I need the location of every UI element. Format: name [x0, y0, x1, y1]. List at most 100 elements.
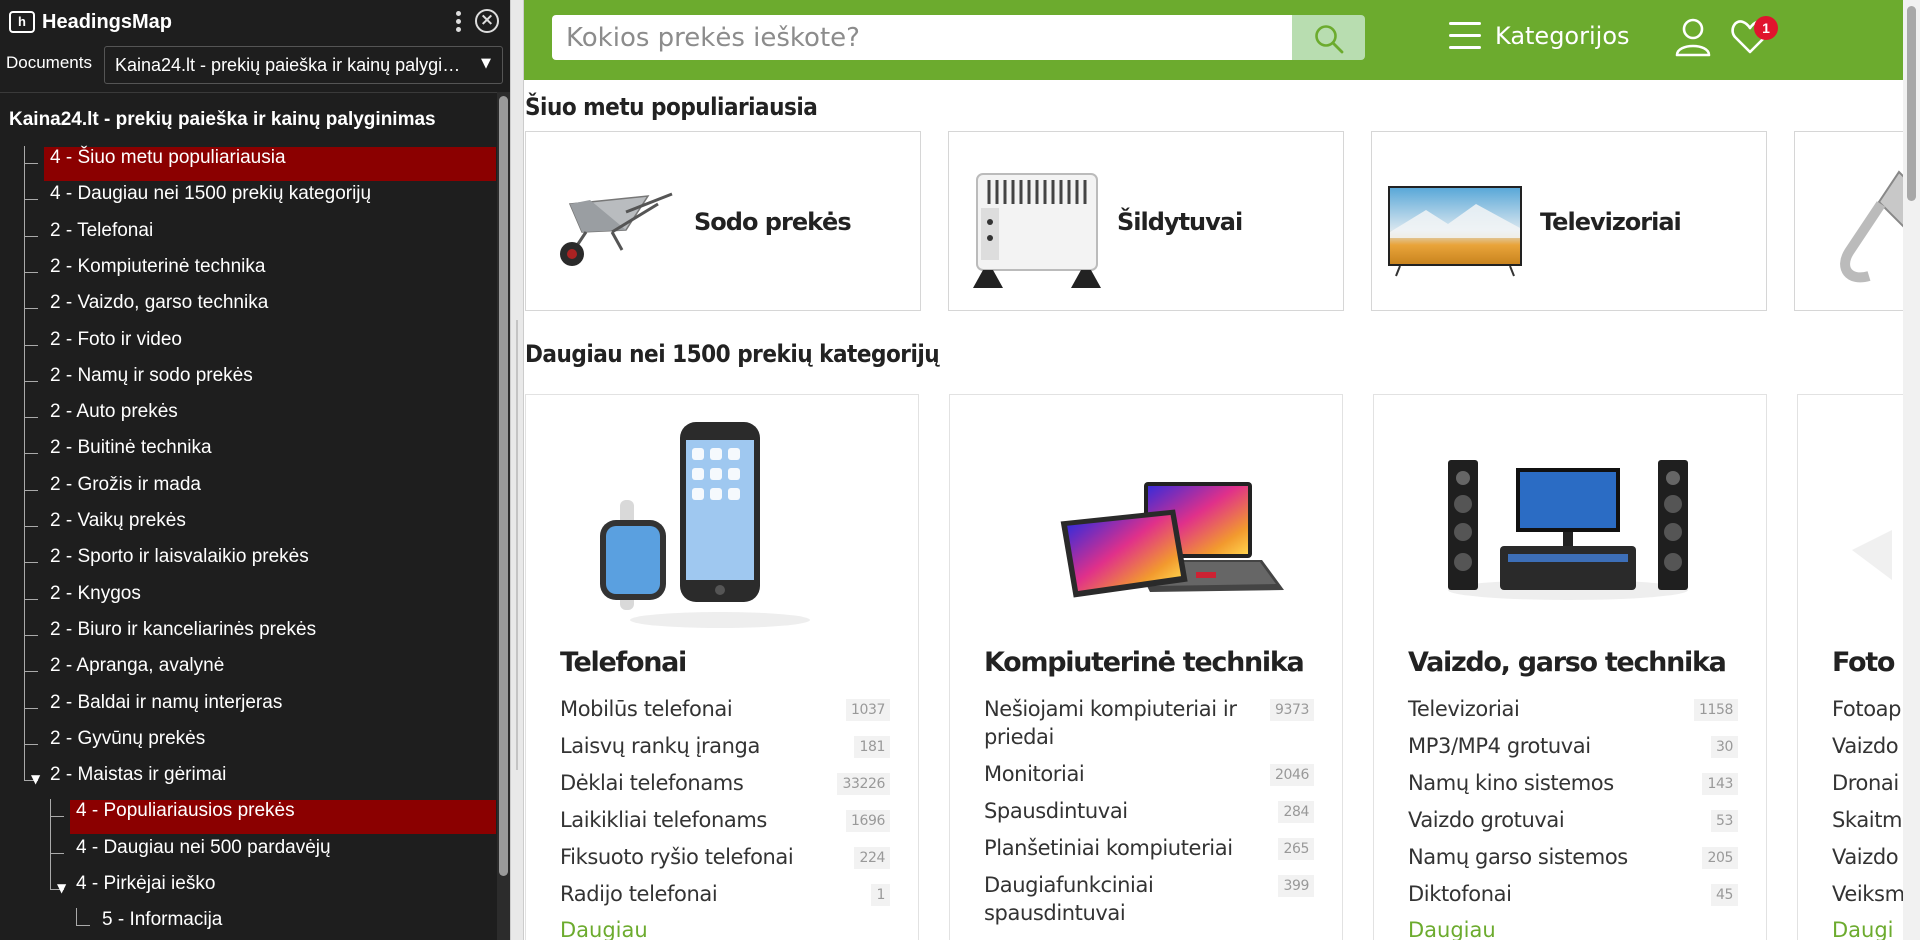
page-scrollbar[interactable]	[1903, 0, 1920, 940]
category-card-foto-ir-video: Foto ir Fotoap Vaizdo Dronai Skaitme Vai…	[1797, 394, 1903, 940]
subcategory-link[interactable]: Dėklai telefonams 33226	[560, 769, 890, 797]
category-card-telefonai: Telefonai Mobilūs telefonai 1037 Laisvų r…	[525, 394, 919, 940]
heading-item[interactable]: ▼ 2 - Maistas ir gėrimai	[0, 763, 497, 799]
count-badge: 1158	[1693, 699, 1738, 721]
subcategory-link[interactable]: Namų kino sistemos 143	[1408, 769, 1738, 797]
subcategory-list: Fotoap Vaizdo Dronai Skaitme Vaizdo Veik…	[1832, 695, 1903, 917]
heading-item[interactable]: 4 - Populiariausios prekės	[0, 799, 497, 837]
subcategory-link[interactable]: Nešiojami kompiuteriai ir priedai 9373	[984, 695, 1314, 751]
heading-item[interactable]: 4 - Daugiau nei 500 pardavėjų	[0, 835, 497, 873]
close-icon[interactable]: ×	[475, 9, 499, 33]
subcategory-link[interactable]: Daugiafunkciniai spausdintuvai 399	[984, 871, 1314, 927]
category-title[interactable]: Telefonai	[560, 647, 687, 678]
heading-item-label: 4 - Daugiau nei 500 pardavėjų	[76, 836, 331, 858]
heading-item-label: 2 - Gyvūnų prekės	[50, 727, 206, 749]
popular-card[interactable]: Sodo prekės	[525, 131, 921, 311]
documents-select[interactable]: Kaina24.lt - prekių paieška ir kainų pal…	[104, 46, 503, 84]
chevron-down-icon: ▼	[481, 56, 491, 71]
subcategory-link[interactable]: Spausdintuvai 284	[984, 797, 1314, 825]
popular-section-title: Šiuo metu populiariausia	[525, 93, 818, 121]
popular-card[interactable]: Televizoriai	[1371, 131, 1767, 311]
headingsmap-title: HeadingsMap	[42, 11, 173, 33]
subcategory-link[interactable]: Mobilūs telefonai 1037	[560, 695, 890, 723]
subcategory-link[interactable]: Skaitme	[1832, 806, 1903, 834]
more-link[interactable]: Daugiau	[1408, 918, 1496, 940]
heading-item-label: 2 - Baldai ir namų interjeras	[50, 691, 283, 713]
heading-item[interactable]: 2 - Namų ir sodo prekės	[0, 363, 497, 401]
home-theater-icon	[1448, 460, 1688, 600]
laptop-tablet-icon	[1060, 482, 1284, 598]
document-title[interactable]: Kaina24.lt - prekių paieška ir kainų pal…	[9, 109, 436, 131]
page-scroll-thumb[interactable]	[1907, 6, 1916, 201]
heading-item[interactable]: ▼ 4 - Pirkėjai ieško	[0, 872, 497, 908]
subcategory-link[interactable]: Fiksuoto ryšio telefonai 224	[560, 843, 890, 871]
search-input[interactable]	[552, 15, 1293, 60]
more-link[interactable]: Daugiau	[560, 918, 648, 940]
expand-toggle-icon[interactable]: ▼	[31, 772, 40, 786]
popular-card[interactable]: Šildytuvai	[948, 131, 1344, 311]
subcategory-list: Mobilūs telefonai 1037 Laisvų rankų įrang…	[560, 695, 890, 917]
heading-item[interactable]: 2 - Apranga, avalynė	[0, 654, 497, 692]
subcategory-link[interactable]: Vaizdo	[1832, 732, 1903, 760]
heading-item-label: 2 - Namų ir sodo prekės	[50, 364, 253, 386]
subcategory-link[interactable]: Namų garso sistemos 205	[1408, 843, 1738, 871]
heading-item-label: 2 - Grožis ir mada	[50, 473, 201, 495]
popular-card[interactable]	[1794, 131, 1903, 311]
heading-item[interactable]: 2 - Kompiuterinė technika	[0, 254, 497, 292]
categories-label: Kategorijos	[1495, 22, 1630, 50]
heading-item-label: 2 - Foto ir video	[50, 328, 182, 350]
heading-item[interactable]: 4 - Šiuo metu populiariausia	[0, 146, 497, 183]
search-button[interactable]	[1292, 15, 1365, 60]
count-badge: 284	[1278, 801, 1314, 823]
count-badge: 53	[1710, 810, 1738, 832]
panel-splitter[interactable]	[510, 0, 524, 940]
heading-item[interactable]: 5 - Informacija	[0, 908, 497, 940]
category-title[interactable]: Foto ir	[1832, 647, 1903, 678]
popular-card-name: Televizoriai	[1540, 208, 1682, 236]
heading-item[interactable]: 2 - Vaikų prekės	[0, 509, 497, 546]
headings-scrollbar[interactable]	[497, 92, 510, 940]
documents-select-value: Kaina24.lt - prekių paieška ir kainų pal…	[115, 55, 465, 75]
count-badge: 265	[1278, 838, 1314, 860]
heater-icon	[973, 173, 1101, 288]
heading-item[interactable]: 2 - Sporto ir laisvalaikio prekės	[0, 545, 497, 583]
menu-icon	[1449, 22, 1481, 52]
subcategory-link[interactable]: Laikikliai telefonams 1696	[560, 806, 890, 834]
heading-item[interactable]: 2 - Baldai ir namų interjeras	[0, 690, 497, 728]
heading-item-label: 4 - Populiariausios prekės	[70, 800, 496, 835]
heading-item-label: 2 - Sporto ir laisvalaikio prekės	[50, 546, 309, 568]
heading-item[interactable]: 2 - Gyvūnų prekės	[0, 726, 497, 764]
heading-item[interactable]: 4 - Daugiau nei 1500 prekių kategorijų	[0, 182, 497, 220]
subcategory-link[interactable]: Veiksm	[1832, 880, 1903, 908]
heading-item[interactable]: 2 - Knygos	[0, 581, 497, 619]
subcategory-link[interactable]: Vaizdo grotuvai 53	[1408, 806, 1738, 834]
heading-item[interactable]: 2 - Auto prekės	[0, 400, 497, 438]
heading-item[interactable]: 2 - Foto ir video	[0, 327, 497, 365]
subcategory-link[interactable]: Diktofonai 45	[1408, 880, 1738, 908]
subcategory-link[interactable]: Radijo telefonai 1	[560, 880, 890, 908]
category-title[interactable]: Kompiuterinė technika	[984, 647, 1305, 678]
expand-toggle-icon[interactable]: ▼	[57, 881, 66, 895]
search-icon	[1315, 25, 1344, 54]
category-title[interactable]: Vaizdo, garso technika	[1408, 647, 1727, 678]
subcategory-link[interactable]: Dronai	[1832, 769, 1903, 797]
subcategory-link[interactable]: Planšetiniai kompiuteriai 265	[984, 834, 1314, 862]
heading-item-label: 2 - Vaizdo, garso technika	[50, 292, 269, 314]
heading-item[interactable]: 2 - Telefonai	[0, 218, 497, 256]
user-icon[interactable]	[1674, 17, 1712, 57]
subcategory-link[interactable]: Vaizdo	[1832, 843, 1903, 871]
heading-item[interactable]: 2 - Grožis ir mada	[0, 472, 497, 510]
heading-item[interactable]: 2 - Vaizdo, garso technika	[0, 291, 497, 329]
subcategory-link[interactable]: Fotoap	[1832, 695, 1903, 723]
webpage: Kategorijos 1 Šiuo metu populiariausia S…	[524, 0, 1903, 940]
phone-watch-icon	[600, 422, 810, 628]
heading-item[interactable]: 2 - Buitinė technika	[0, 436, 497, 474]
subcategory-link[interactable]: Laisvų rankų įranga 181	[560, 732, 890, 760]
subcategory-link[interactable]: Televizoriai 1158	[1408, 695, 1738, 723]
headings-scroll-thumb[interactable]	[499, 96, 508, 876]
heading-item[interactable]: 2 - Biuro ir kanceliarinės prekės	[0, 617, 497, 655]
more-options-icon[interactable]	[450, 8, 466, 36]
more-link[interactable]: Daugi	[1832, 918, 1894, 940]
subcategory-link[interactable]: MP3/MP4 grotuvai 30	[1408, 732, 1738, 760]
subcategory-link[interactable]: Monitoriai 2046	[984, 760, 1314, 788]
